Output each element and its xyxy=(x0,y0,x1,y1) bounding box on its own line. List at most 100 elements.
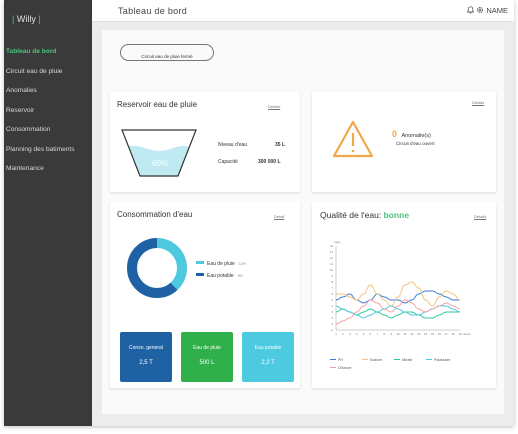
kpi-label: Eau potable xyxy=(254,345,282,351)
sidebar-item[interactable]: Circuit eau de pluie xyxy=(6,68,62,75)
x-tick-label: 18 xyxy=(452,332,456,336)
sidebar: | Willy | Tableau de bord Circuit eau de … xyxy=(4,0,92,426)
warning-icon xyxy=(332,120,374,158)
consommation-title: Consommation d'eau xyxy=(117,210,193,219)
x-tick-label: 16 xyxy=(438,332,442,336)
dashboard-content: Circuit eau de pluie fermé Reservoir eau… xyxy=(102,30,504,414)
legend-percent: 6% xyxy=(237,274,243,278)
legend-label: Sodium xyxy=(370,358,382,362)
series-line xyxy=(335,299,461,325)
kpi-tile[interactable]: Conso. general 2,5 T xyxy=(120,332,172,382)
consommation-details-link[interactable]: Detail xyxy=(274,214,284,219)
x-tick-label: 4 xyxy=(356,332,358,336)
y-tick-label: 0 xyxy=(331,328,333,332)
anomalies-details-link[interactable]: Détails xyxy=(472,100,484,105)
app-window: | Willy | Tableau de bord Circuit eau de … xyxy=(4,0,514,426)
x-tick-label: 7 xyxy=(377,332,379,336)
legend-swatch xyxy=(394,358,400,360)
x-tick-label: 15 xyxy=(431,332,435,336)
reservoir-tank-illustration xyxy=(121,129,197,177)
circuit-toggle-button[interactable]: Circuit eau de pluie fermé xyxy=(120,44,214,61)
y-tick-label: 2 xyxy=(331,316,333,320)
kpi-value: 500 L xyxy=(199,360,215,366)
quality-legend-item: Nitrate xyxy=(394,348,412,366)
series-line xyxy=(335,305,461,319)
kpi-value: 2,5 T xyxy=(139,360,153,366)
qualite-title-prefix: Qualité de l'eau: xyxy=(320,210,382,220)
kpi-tile[interactable]: Eau potable 2,2 T xyxy=(242,332,294,382)
x-tick-label: 12 xyxy=(410,332,414,336)
qualite-card: Qualité de l'eau: bonne Détails 01234567… xyxy=(312,202,496,388)
circuit-toggle-label: Circuit eau de pluie fermé xyxy=(141,54,193,59)
x-tick-label: 13 xyxy=(417,332,421,336)
user-name: Willy xyxy=(16,14,36,24)
kpi-value: 2,2 T xyxy=(261,360,275,366)
legend-label: Chlorure xyxy=(338,366,352,370)
reservoir-card: Reservoir eau de pluie Details 60% Nivea… xyxy=(110,92,300,192)
legend-swatch xyxy=(196,273,204,276)
kpi-tile[interactable]: Eau de pluie 500 L xyxy=(181,332,233,382)
sidebar-item[interactable]: Tableau de bord xyxy=(6,48,56,55)
x-tick-label: 17 xyxy=(445,332,449,336)
qualite-status: bonne xyxy=(383,210,410,220)
sidebar-item[interactable]: Reservoir xyxy=(6,107,34,114)
x-tick-label: 3 xyxy=(349,332,351,336)
user-menu[interactable]: NAME xyxy=(486,6,508,15)
x-tick-label: 9 xyxy=(390,332,392,336)
y-tick-label: 7 xyxy=(331,286,333,290)
gear-icon[interactable] xyxy=(476,6,486,15)
circuit-status: Circuit d'eau ouvert xyxy=(396,141,435,146)
y-tick-label: 4 xyxy=(331,304,333,308)
anomaly-summary: 0 Anomalie(s) xyxy=(392,124,431,142)
x-tick-label: 19 xyxy=(458,332,462,336)
reservoir-details-link[interactable]: Details xyxy=(268,104,280,109)
y-tick-label: 5 xyxy=(331,298,333,302)
level-label: Niveau d'eau xyxy=(218,142,248,148)
x-tick-label: 5 xyxy=(363,332,365,336)
sidebar-item[interactable]: Maintenance xyxy=(6,165,44,172)
sidebar-item[interactable]: Consommation xyxy=(6,126,50,133)
y-tick-label: 9 xyxy=(331,274,333,278)
top-bar: Tableau de bord NAME xyxy=(92,0,514,22)
y-tick-label: 3 xyxy=(331,310,333,314)
qualite-details-link[interactable]: Détails xyxy=(474,214,486,219)
capacity-label: Capacité xyxy=(218,159,238,165)
quality-legend-item: Potassium xyxy=(426,348,450,366)
level-value: 35 L xyxy=(275,142,286,148)
page-title: Tableau de bord xyxy=(118,6,188,16)
x-tick-label: 1 xyxy=(335,332,337,336)
tank-fill-percent: 60% xyxy=(152,159,169,168)
anomalies-card: Détails 0 Anomalie(s) Circuit d'eau ouve… xyxy=(312,92,496,192)
sidebar-item[interactable]: Planning des batiments xyxy=(6,146,75,153)
kpi-label: Eau de pluie xyxy=(193,345,221,351)
y-tick-label: 11 xyxy=(330,262,333,266)
legend-label: Potassium xyxy=(434,358,451,362)
sidebar-item[interactable]: Anomalies xyxy=(6,87,37,94)
y-tick-label: 10 xyxy=(330,268,334,272)
quality-legend-item: Sodium xyxy=(362,348,382,366)
capacity-value: 300 000 L xyxy=(258,159,281,165)
x-tick-label: 11 xyxy=(403,332,406,336)
qualite-title: Qualité de l'eau: bonne xyxy=(320,210,409,220)
legend-swatch xyxy=(426,358,432,360)
brand-bar: | xyxy=(35,14,41,24)
x-tick-label: 14 xyxy=(424,332,428,336)
reservoir-title: Reservoir eau de pluie xyxy=(117,100,198,109)
donut-legend-item: Eau potable 6% xyxy=(196,264,243,282)
y-tick-label: 13 xyxy=(330,250,334,254)
y-tick-label: 1 xyxy=(331,322,333,326)
bell-icon[interactable] xyxy=(466,6,476,15)
legend-swatch xyxy=(362,358,368,360)
quality-legend-item: Chlorure xyxy=(330,356,351,374)
y-tick-label: 6 xyxy=(331,292,333,296)
series-line xyxy=(335,281,461,307)
x-tick-label: 10 xyxy=(396,332,400,336)
anomaly-count: 0 xyxy=(392,129,398,139)
x-tick-label: 6 xyxy=(370,332,372,336)
x-axis-label: Jours xyxy=(463,332,471,336)
y-tick-label: 12 xyxy=(330,256,334,260)
x-tick-label: 8 xyxy=(383,332,385,336)
brand: | Willy | xyxy=(12,14,41,24)
y-tick-label: 8 xyxy=(331,280,333,284)
legend-label: Nitrate xyxy=(402,358,413,362)
